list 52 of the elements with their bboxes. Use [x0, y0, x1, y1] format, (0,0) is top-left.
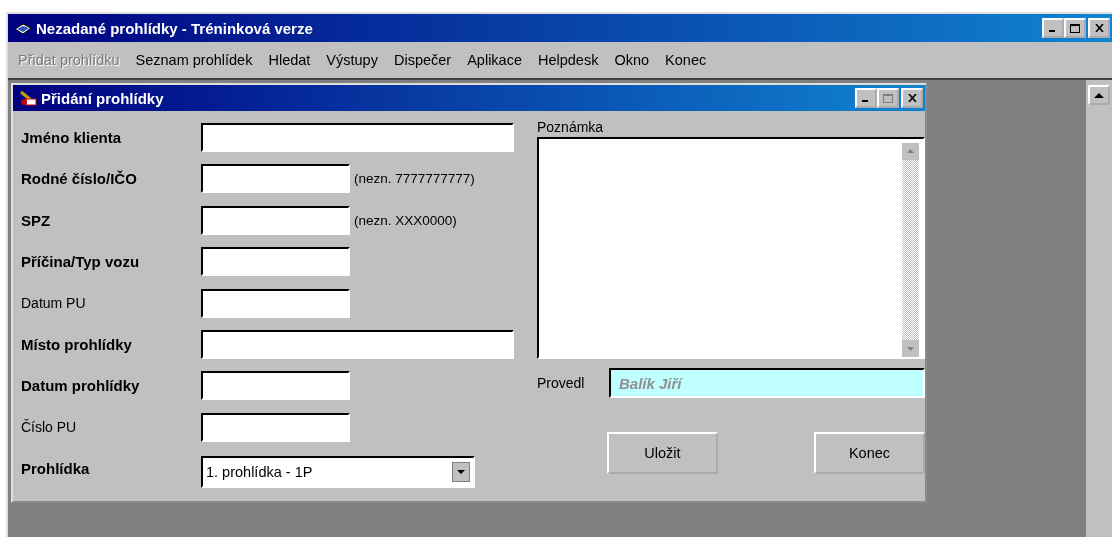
input-field[interactable]: [201, 412, 350, 442]
close-icon: [907, 94, 917, 102]
scrollbar[interactable]: [1086, 80, 1112, 537]
note-label: Poznámka: [537, 119, 605, 137]
minimize-button[interactable]: [1042, 18, 1064, 38]
menu-item[interactable]: Okno: [614, 52, 650, 68]
scroll-up-icon: [1094, 92, 1104, 98]
menu-item[interactable]: Seznam prohlídek: [135, 52, 253, 68]
input-field[interactable]: [201, 205, 350, 235]
input-field[interactable]: [201, 123, 514, 152]
close-button[interactable]: [901, 88, 923, 108]
minimize-button[interactable]: [855, 88, 877, 108]
scroll-down-icon: [902, 340, 919, 357]
menu-item[interactable]: Hledat: [268, 52, 311, 68]
field-label: Místo prohlídky: [21, 335, 133, 353]
menu-item[interactable]: Helpdesk: [538, 52, 599, 68]
field-label: Rodné číslo/IČO: [21, 170, 138, 188]
field-label: Datum PU: [21, 295, 87, 312]
input-field[interactable]: [201, 371, 350, 401]
performer-field: Balík Jiří: [609, 368, 925, 398]
scrollbar[interactable]: [902, 143, 919, 357]
field-label: Prohlídka: [21, 460, 91, 478]
note-field[interactable]: [537, 137, 925, 359]
maximize-icon: [883, 93, 893, 103]
caret-icon: [452, 461, 470, 482]
menu-item[interactable]: Konec: [665, 52, 707, 68]
dialog-button[interactable]: Konec: [814, 432, 925, 474]
field-label: Provedl: [537, 375, 586, 391]
input-field[interactable]: [201, 329, 514, 359]
window-title: Nezadané prohlídky - Tréninková verze: [36, 19, 313, 37]
field-label: Příčina/Typ vozu: [21, 253, 141, 271]
field-label: Číslo PU: [21, 419, 78, 436]
input-field[interactable]: [201, 288, 350, 318]
dialog-button[interactable]: Uložit: [607, 432, 718, 474]
scroll-up-icon: [902, 143, 919, 160]
input-field[interactable]: [201, 247, 350, 277]
dialog-title: Přidání prohlídky: [41, 89, 164, 107]
hint-text: (nezn. XXX0000): [354, 212, 457, 228]
menu-item[interactable]: Výstupy: [326, 52, 378, 68]
dropdown[interactable]: 1. prohlídka - 1P: [201, 455, 475, 488]
close-button[interactable]: [1088, 18, 1110, 38]
field-label: SPZ: [21, 211, 52, 229]
menu-item[interactable]: Aplikace: [467, 52, 522, 68]
maximize-icon: [1070, 23, 1080, 33]
close-icon: [1094, 24, 1104, 32]
hint-text: (nezn. 7777777777): [354, 171, 475, 187]
input-field[interactable]: [201, 164, 350, 194]
maximize-button[interactable]: [1064, 18, 1086, 38]
field-label: Datum prohlídky: [21, 377, 141, 395]
menu-item[interactable]: Dispečer: [393, 52, 452, 68]
pencil-icon: [19, 90, 37, 106]
field-label: Jméno klienta: [21, 129, 123, 146]
